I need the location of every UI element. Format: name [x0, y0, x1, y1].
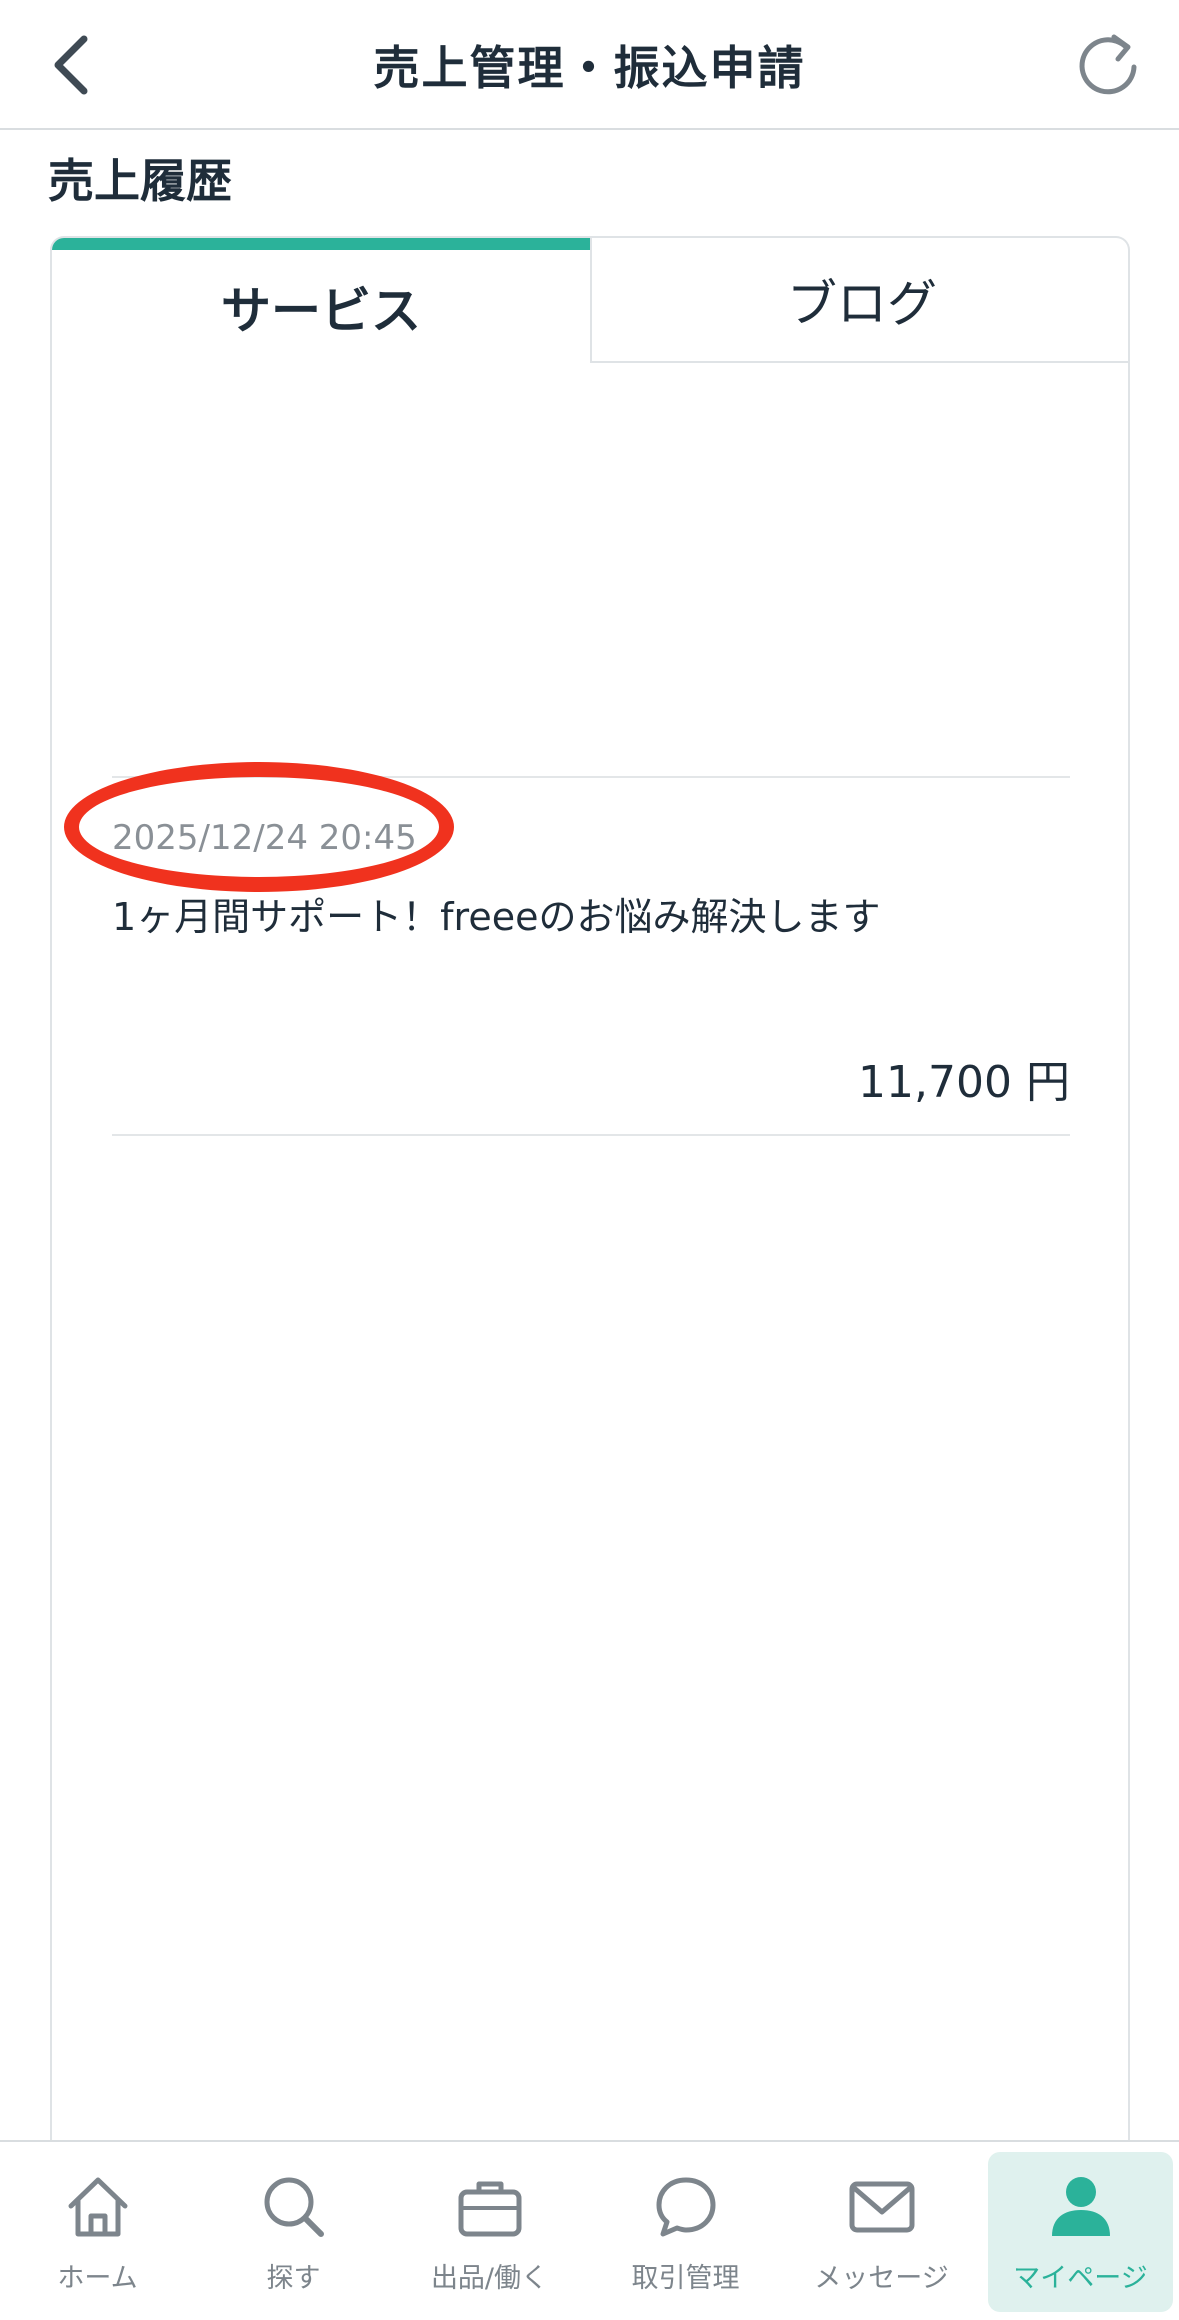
- tab-service[interactable]: サービス: [52, 238, 590, 363]
- sale-list-item[interactable]: 2025/12/24 20:45 1ヶ月間サポート！freeeのお悩み解決します…: [112, 776, 1070, 1136]
- tab-bar: サービス ブログ: [52, 238, 1128, 363]
- nav-home-label: ホーム: [57, 2263, 138, 2294]
- nav-messages-label: メッセージ: [814, 2263, 949, 2294]
- envelope-icon: [847, 2172, 917, 2242]
- search-icon: [259, 2172, 329, 2242]
- page-title: 売上管理・振込申請: [373, 41, 806, 95]
- nav-sell-work-label: 出品/働く: [430, 2263, 549, 2294]
- sale-date: 2025/12/24 20:45: [112, 818, 417, 858]
- refresh-button[interactable]: [1059, 14, 1159, 114]
- app-header: 売上管理・振込申請: [0, 0, 1179, 130]
- nav-transactions-label: 取引管理: [631, 2263, 740, 2294]
- user-icon: [1046, 2172, 1116, 2242]
- chat-bubble-icon: [651, 2172, 721, 2242]
- nav-transactions[interactable]: 取引管理: [593, 2152, 778, 2312]
- nav-search-label: 探す: [266, 2263, 321, 2294]
- tab-blog[interactable]: ブログ: [590, 238, 1128, 363]
- home-icon: [63, 2172, 133, 2242]
- bottom-nav: ホーム 探す 出品/働く 取引管理 メッセージ マイページ: [0, 2140, 1179, 2320]
- section-title: 売上履歴: [48, 154, 232, 208]
- nav-messages[interactable]: メッセージ: [789, 2152, 974, 2312]
- nav-mypage-label: マイページ: [1013, 2263, 1148, 2294]
- nav-sell-work[interactable]: 出品/働く: [397, 2152, 582, 2312]
- sale-amount: 11,700 円: [858, 1057, 1070, 1108]
- sales-panel: サービス ブログ 2025/12/24 20:45 1ヶ月間サポート！freee…: [50, 236, 1130, 2156]
- nav-home[interactable]: ホーム: [5, 2152, 190, 2312]
- refresh-icon: [1079, 34, 1137, 95]
- nav-search[interactable]: 探す: [201, 2152, 386, 2312]
- nav-mypage[interactable]: マイページ: [988, 2152, 1173, 2312]
- briefcase-icon: [455, 2172, 525, 2242]
- sale-title: 1ヶ月間サポート！freeeのお悩み解決します: [112, 895, 881, 939]
